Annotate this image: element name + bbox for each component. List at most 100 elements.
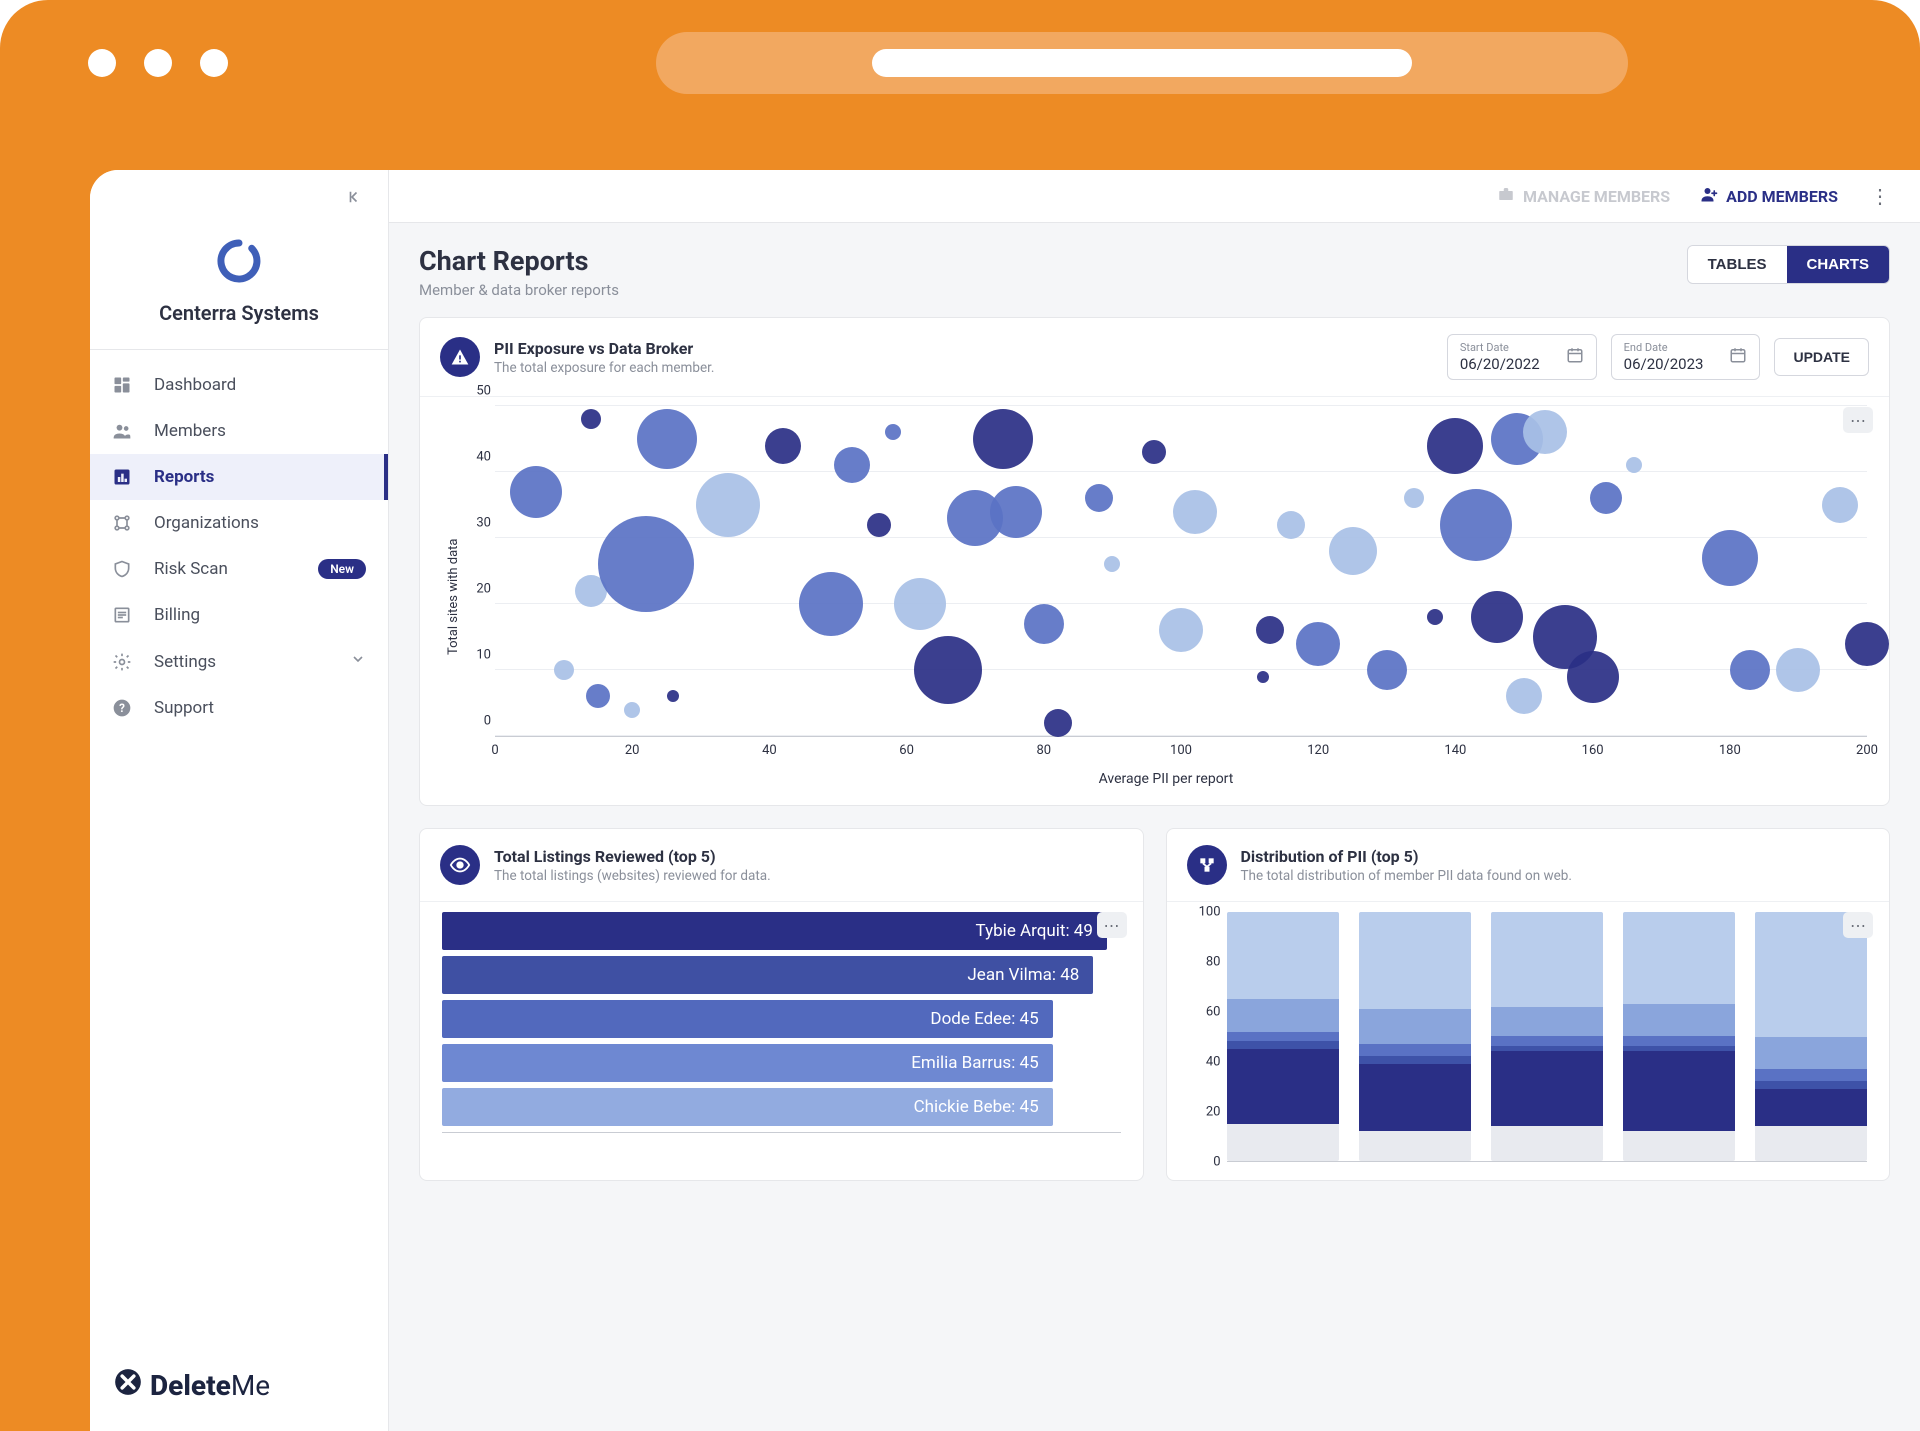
bubble-point[interactable] bbox=[1506, 678, 1542, 714]
add-members-button[interactable]: ADD MEMBERS bbox=[1700, 185, 1838, 207]
url-bar[interactable] bbox=[656, 32, 1628, 94]
tab-charts[interactable]: CHARTS bbox=[1787, 246, 1890, 283]
bubble-point[interactable] bbox=[1427, 418, 1483, 474]
y-tick: 10 bbox=[465, 648, 491, 663]
billing-icon bbox=[112, 605, 134, 625]
stacked-column[interactable] bbox=[1491, 912, 1603, 1161]
stacked-column[interactable] bbox=[1359, 912, 1471, 1161]
bubble-point[interactable] bbox=[1590, 482, 1622, 514]
bubble-point[interactable] bbox=[1427, 609, 1443, 625]
page-subtitle: Member & data broker reports bbox=[419, 281, 619, 299]
bubble-point[interactable] bbox=[510, 466, 562, 518]
sidebar-collapse-button[interactable] bbox=[340, 182, 370, 217]
bubble-point[interactable] bbox=[696, 473, 760, 537]
sidebar-item-billing[interactable]: Billing bbox=[90, 592, 388, 638]
brand-suffix: Me bbox=[231, 1369, 270, 1402]
bubble-point[interactable] bbox=[1567, 651, 1619, 703]
end-date-label: End Date bbox=[1624, 341, 1704, 354]
bubble-point[interactable] bbox=[637, 409, 697, 469]
alert-triangle-icon bbox=[440, 337, 480, 377]
bubble-point[interactable] bbox=[1296, 622, 1340, 666]
bubble-point[interactable] bbox=[867, 513, 891, 537]
stacked-column[interactable] bbox=[1227, 912, 1339, 1161]
bubble-point[interactable] bbox=[1845, 622, 1889, 666]
topbar: MANAGE MEMBERS ADD MEMBERS ⋮ bbox=[389, 170, 1920, 223]
bubble-point[interactable] bbox=[894, 578, 946, 630]
sidebar-item-organizations[interactable]: Organizations bbox=[90, 500, 388, 546]
bubble-point[interactable] bbox=[914, 636, 982, 704]
stacked-slice bbox=[1227, 912, 1339, 999]
sidebar-item-dashboard[interactable]: Dashboard bbox=[90, 362, 388, 408]
bubble-point[interactable] bbox=[554, 660, 574, 680]
end-date-input[interactable]: End Date 06/20/2023 bbox=[1611, 334, 1761, 380]
bubble-point[interactable] bbox=[1329, 527, 1377, 575]
bubble-point[interactable] bbox=[834, 447, 870, 483]
sidebar-item-settings[interactable]: Settings bbox=[90, 638, 388, 685]
traffic-light-close[interactable] bbox=[88, 49, 116, 77]
sidebar-item-label: Settings bbox=[154, 652, 216, 672]
bubble-point[interactable] bbox=[1085, 484, 1113, 512]
hbar-row[interactable]: Emilia Barrus: 45 bbox=[442, 1044, 1121, 1082]
update-button[interactable]: UPDATE bbox=[1774, 338, 1869, 376]
bubble-point[interactable] bbox=[1702, 530, 1758, 586]
hbar-row[interactable]: Tybie Arquit: 49 bbox=[442, 912, 1121, 950]
eye-icon bbox=[440, 845, 480, 885]
bubble-point[interactable] bbox=[973, 409, 1033, 469]
stacked-slice bbox=[1491, 1036, 1603, 1046]
bubble-point[interactable] bbox=[1404, 488, 1424, 508]
y-tick: 40 bbox=[465, 450, 491, 465]
bubble-point[interactable] bbox=[1277, 511, 1305, 539]
bubble-point[interactable] bbox=[598, 516, 694, 612]
bubble-point[interactable] bbox=[624, 702, 640, 718]
bubble-point[interactable] bbox=[1822, 487, 1858, 523]
stacked-column[interactable] bbox=[1755, 912, 1867, 1161]
bubble-point[interactable] bbox=[1173, 490, 1217, 534]
stacked-slice bbox=[1227, 1041, 1339, 1048]
bubble-point[interactable] bbox=[1257, 671, 1269, 683]
topbar-more-button[interactable]: ⋮ bbox=[1868, 184, 1892, 208]
bubble-point[interactable] bbox=[799, 572, 863, 636]
stacked-slice bbox=[1623, 1004, 1735, 1036]
sidebar-item-risk-scan[interactable]: Risk Scan New bbox=[90, 546, 388, 592]
traffic-light-min[interactable] bbox=[144, 49, 172, 77]
bubble-point[interactable] bbox=[885, 424, 901, 440]
bubble-point[interactable] bbox=[1159, 608, 1203, 652]
traffic-light-max[interactable] bbox=[200, 49, 228, 77]
bubble-point[interactable] bbox=[1626, 457, 1642, 473]
start-date-input[interactable]: Start Date 06/20/2022 bbox=[1447, 334, 1597, 380]
url-input[interactable] bbox=[872, 49, 1412, 77]
app-window: Centerra Systems Dashboard Members Repor… bbox=[90, 170, 1920, 1431]
chart-more-button[interactable]: ⋯ bbox=[1843, 912, 1873, 938]
hbar-row[interactable]: Jean Vilma: 48 bbox=[442, 956, 1121, 994]
stacked-slice bbox=[1359, 1064, 1471, 1131]
bubble-point[interactable] bbox=[581, 409, 601, 429]
bubble-point[interactable] bbox=[1256, 616, 1284, 644]
bubble-point[interactable] bbox=[1024, 604, 1064, 644]
bubble-point[interactable] bbox=[1142, 440, 1166, 464]
bubble-point[interactable] bbox=[1044, 709, 1072, 737]
bubble-point[interactable] bbox=[586, 684, 610, 708]
sidebar-item-reports[interactable]: Reports bbox=[90, 454, 388, 500]
scatter-plot: 01020304050 bbox=[495, 407, 1867, 737]
bubble-point[interactable] bbox=[1523, 410, 1567, 454]
bubble-point[interactable] bbox=[990, 486, 1042, 538]
bubble-point[interactable] bbox=[1104, 556, 1120, 572]
bubble-point[interactable] bbox=[765, 428, 801, 464]
bubble-point[interactable] bbox=[667, 690, 679, 702]
hbar-row[interactable]: Chickie Bebe: 45 bbox=[442, 1088, 1121, 1126]
sidebar-item-support[interactable]: ? Support bbox=[90, 685, 388, 731]
members-icon bbox=[112, 421, 134, 441]
tab-tables[interactable]: TABLES bbox=[1688, 246, 1787, 283]
hbar-row[interactable]: Dode Edee: 45 bbox=[442, 1000, 1121, 1038]
bubble-point[interactable] bbox=[1440, 489, 1512, 561]
bubble-point[interactable] bbox=[1776, 648, 1820, 692]
sidebar-item-members[interactable]: Members bbox=[90, 408, 388, 454]
bubble-point[interactable] bbox=[1471, 591, 1523, 643]
stacked-slice bbox=[1491, 1051, 1603, 1126]
content: Chart Reports Member & data broker repor… bbox=[389, 223, 1920, 1431]
bubble-point[interactable] bbox=[1730, 650, 1770, 690]
stacked-column[interactable] bbox=[1623, 912, 1735, 1161]
bubble-point[interactable] bbox=[1367, 650, 1407, 690]
stacked-slice bbox=[1359, 912, 1471, 1009]
chart-more-button[interactable]: ⋯ bbox=[1097, 912, 1127, 938]
